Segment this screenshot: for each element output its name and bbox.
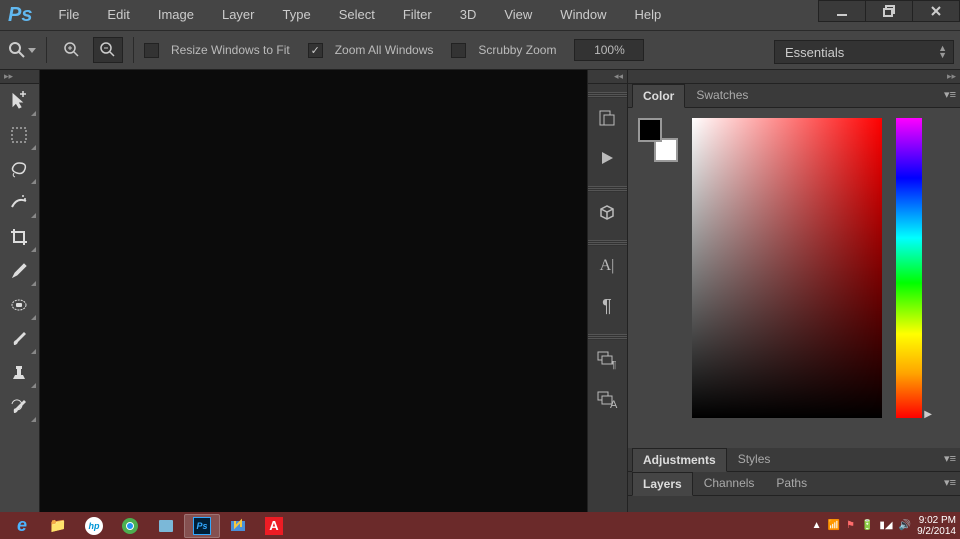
scrubby-zoom-checkbox[interactable] — [451, 43, 466, 58]
history-panel-icon[interactable] — [588, 98, 626, 138]
3d-panel-icon[interactable] — [588, 192, 626, 232]
menu-3d[interactable]: 3D — [446, 0, 491, 30]
tab-color[interactable]: Color — [632, 84, 685, 108]
window-controls — [819, 0, 960, 22]
character-panel-icon[interactable]: A| — [588, 246, 626, 286]
taskbar-hp[interactable]: hp — [76, 514, 112, 538]
fg-bg-swatch[interactable] — [638, 118, 678, 162]
menu-bar: Ps File Edit Image Layer Type Select Fil… — [0, 0, 960, 30]
move-tool[interactable] — [0, 84, 38, 118]
clone-stamp-tool[interactable] — [0, 356, 38, 390]
resize-windows-checkbox[interactable] — [144, 43, 159, 58]
workspace-label: Essentials — [785, 45, 844, 60]
color-panel: ▶ — [628, 108, 960, 448]
menu-file[interactable]: File — [44, 0, 93, 30]
document-canvas[interactable] — [40, 70, 588, 512]
restore-button[interactable] — [865, 0, 913, 22]
svg-text:A: A — [610, 399, 618, 410]
minimize-button[interactable] — [818, 0, 866, 22]
lasso-tool[interactable] — [0, 152, 38, 186]
panel-menu-icon[interactable]: ▾≡ — [944, 476, 956, 489]
scrubby-zoom-label: Scrubby Zoom — [478, 43, 556, 57]
resize-windows-label: Resize Windows to Fit — [171, 43, 290, 57]
taskbar-reader[interactable] — [148, 514, 184, 538]
tab-paths[interactable]: Paths — [765, 471, 818, 495]
zoom-all-checkbox[interactable]: ✓ — [308, 43, 323, 58]
menu-image[interactable]: Image — [144, 0, 208, 30]
system-tray[interactable]: ▲ 📶 ⚑ 🔋 ▮◢ 🔊 9:02 PM 9/2/2014 — [812, 515, 956, 537]
eyedropper-tool[interactable] — [0, 254, 38, 288]
brush-tool[interactable] — [0, 322, 38, 356]
tray-battery-icon[interactable]: 🔋 — [861, 520, 873, 531]
zoom-out-button[interactable] — [93, 37, 123, 63]
taskbar-idm[interactable] — [220, 514, 256, 538]
windows-taskbar: e 📁 hp Ps A ▲ 📶 ⚑ 🔋 ▮◢ 🔊 9:02 PM 9/2/201… — [0, 512, 960, 539]
panels-area: ▸▸ Color Swatches ▾≡ ▶ Adjustments Style… — [628, 70, 960, 512]
tab-channels[interactable]: Channels — [693, 471, 766, 495]
zoom-percent-field[interactable]: 100% — [574, 39, 644, 61]
menu-edit[interactable]: Edit — [93, 0, 143, 30]
menu-view[interactable]: View — [490, 0, 546, 30]
taskbar-clock[interactable]: 9:02 PM 9/2/2014 — [917, 515, 956, 537]
crop-tool[interactable] — [0, 220, 38, 254]
layers-panel-tabs: Layers Channels Paths ▾≡ — [628, 472, 960, 496]
foreground-color-swatch[interactable] — [638, 118, 662, 142]
menu-filter[interactable]: Filter — [389, 0, 446, 30]
hue-slider[interactable]: ▶ — [896, 118, 922, 418]
menu-type[interactable]: Type — [269, 0, 325, 30]
taskbar-ie[interactable]: e — [4, 514, 40, 538]
svg-text:¶: ¶ — [611, 360, 616, 370]
app-logo: Ps — [0, 4, 44, 27]
zoom-in-button[interactable] — [57, 37, 87, 63]
tab-styles[interactable]: Styles — [727, 447, 782, 471]
current-tool-icon[interactable] — [8, 38, 36, 62]
healing-brush-tool[interactable] — [0, 288, 38, 322]
taskbar-photoshop[interactable]: Ps — [184, 514, 220, 538]
workspace-select[interactable]: Essentials ▲▼ — [774, 40, 954, 64]
actions-panel-icon[interactable] — [588, 138, 626, 178]
close-button[interactable] — [912, 0, 960, 22]
menu-select[interactable]: Select — [325, 0, 389, 30]
tray-network-icon[interactable]: ▮◢ — [879, 520, 892, 531]
saturation-brightness-picker[interactable] — [692, 118, 882, 418]
menu-layer[interactable]: Layer — [208, 0, 269, 30]
tab-swatches[interactable]: Swatches — [685, 83, 759, 107]
tray-flag-icon[interactable]: ▲ — [812, 520, 822, 531]
taskbar-explorer[interactable]: 📁 — [40, 514, 76, 538]
collapsed-panels-collapse[interactable]: ◂◂ — [588, 70, 627, 84]
adjustments-panel-tabs: Adjustments Styles ▾≡ — [628, 448, 960, 472]
taskbar-chrome[interactable] — [112, 514, 148, 538]
panel-menu-icon[interactable]: ▾≡ — [944, 88, 956, 101]
taskbar-adobe[interactable]: A — [256, 514, 292, 538]
paragraph-panel-icon[interactable]: ¶ — [588, 286, 626, 326]
para-styles-panel-icon[interactable]: A — [588, 380, 626, 420]
panels-collapse[interactable]: ▸▸ — [628, 70, 960, 84]
toolbox: ▸▸ — [0, 70, 40, 512]
tray-security-icon[interactable]: ⚑ — [846, 520, 855, 531]
menu-window[interactable]: Window — [546, 0, 620, 30]
history-brush-tool[interactable] — [0, 390, 38, 424]
panel-menu-icon[interactable]: ▾≡ — [944, 452, 956, 465]
chevron-down-icon — [28, 48, 36, 53]
tray-wifi-icon[interactable]: 📶 — [828, 520, 840, 531]
marquee-tool[interactable] — [0, 118, 38, 152]
menu-help[interactable]: Help — [621, 0, 676, 30]
quick-selection-tool[interactable] — [0, 186, 38, 220]
toolbox-collapse[interactable]: ▸▸ — [0, 70, 39, 84]
zoom-all-label: Zoom All Windows — [335, 43, 434, 57]
tab-adjustments[interactable]: Adjustments — [632, 448, 727, 472]
char-styles-panel-icon[interactable]: ¶ — [588, 340, 626, 380]
collapsed-panels: ◂◂ A| ¶ ¶ A — [588, 70, 628, 512]
color-panel-tabs: Color Swatches ▾≡ — [628, 84, 960, 108]
tab-layers[interactable]: Layers — [632, 472, 693, 496]
tray-volume-icon[interactable]: 🔊 — [899, 520, 911, 531]
